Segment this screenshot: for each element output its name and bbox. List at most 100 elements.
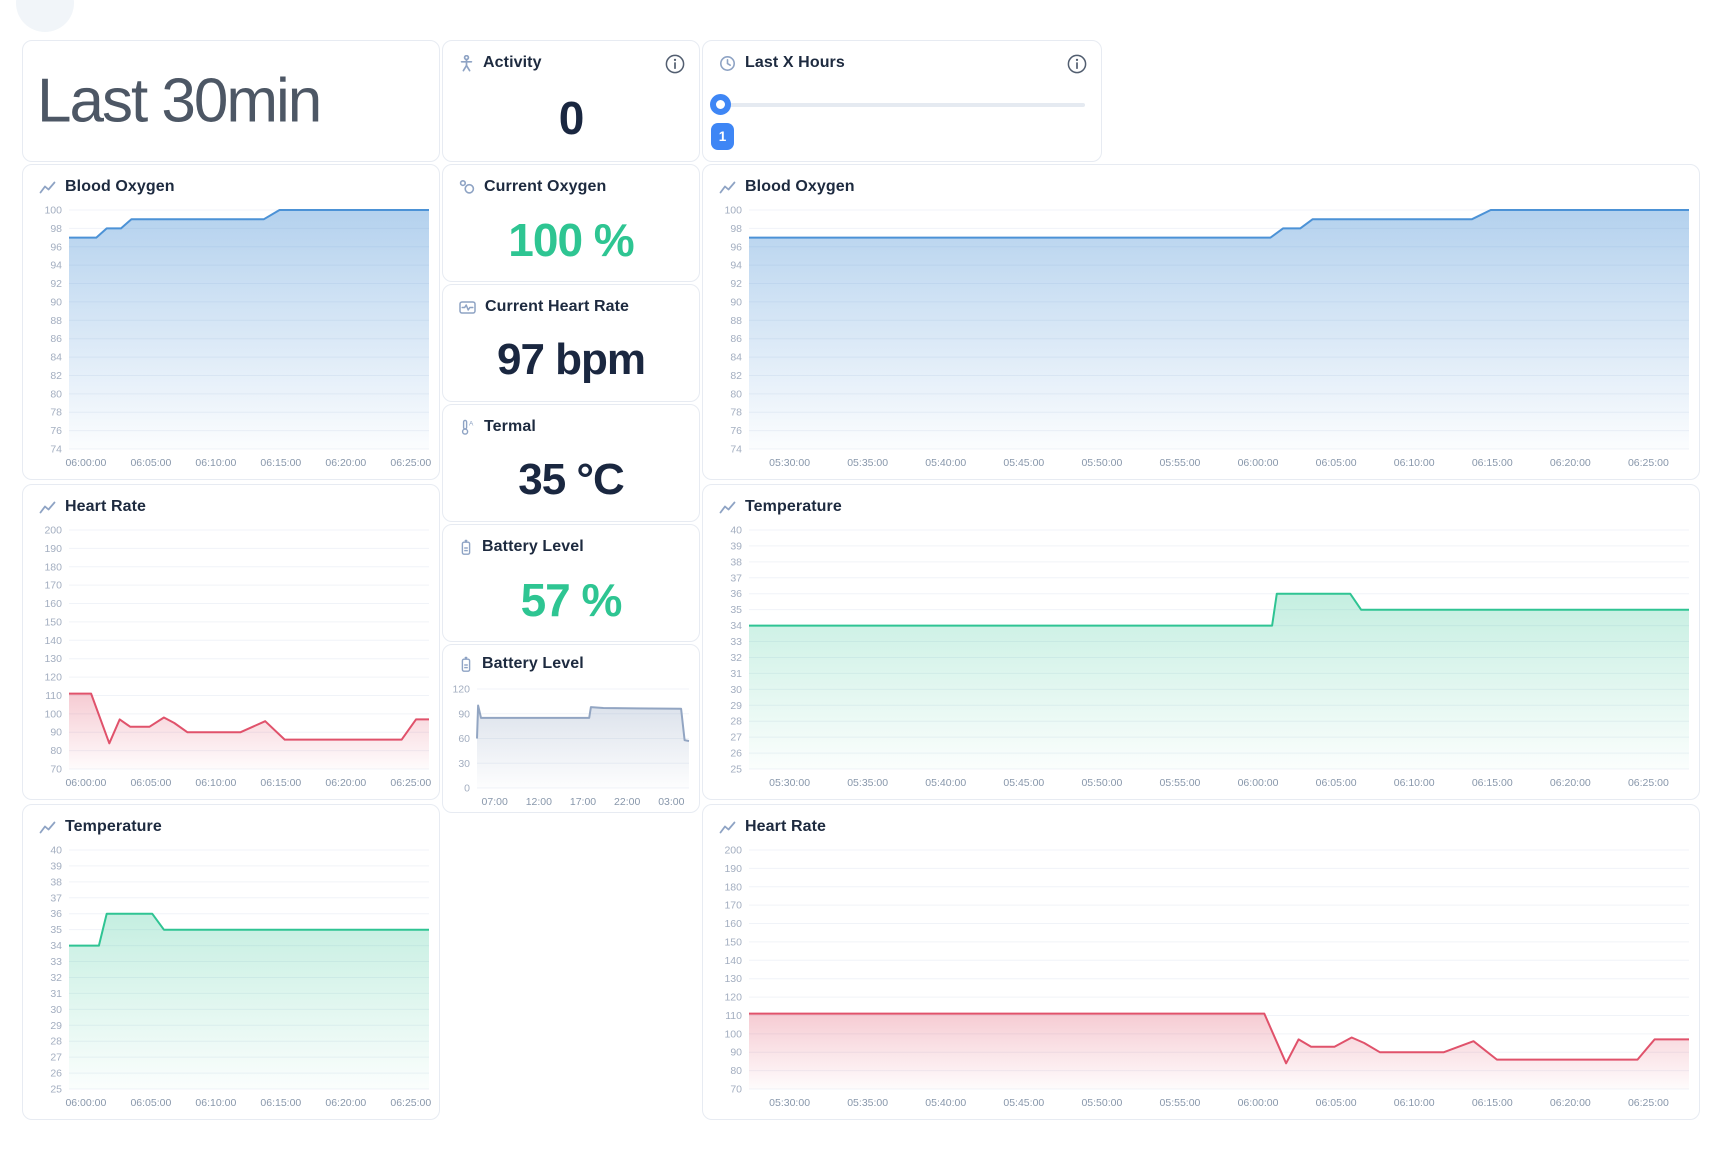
svg-text:34: 34 [730,620,742,632]
svg-text:06:05:00: 06:05:00 [1316,777,1357,789]
hours-slider-value-tooltip: 1 [711,123,734,150]
svg-text:80: 80 [50,388,62,400]
svg-text:06:00:00: 06:00:00 [1238,777,1279,789]
battery-level-value: 57 % [443,565,699,635]
current-oxygen-label: Current Oxygen [484,178,606,196]
heart-rate-chart-card: Heart Rate 70809010011012013014015016017… [22,484,440,800]
svg-text:06:20:00: 06:20:00 [1550,1097,1591,1109]
info-icon[interactable] [664,53,686,75]
svg-text:140: 140 [44,635,62,647]
svg-text:27: 27 [730,732,742,744]
hours-slider-handle[interactable] [710,94,731,115]
svg-text:03:00: 03:00 [658,796,684,808]
svg-text:06:05:00: 06:05:00 [1316,457,1357,469]
svg-text:74: 74 [50,444,62,456]
blood-oxygen-chart[interactable]: 7476788082848688909294969810006:00:0006:… [23,205,437,475]
chart-title: Blood Oxygen [745,178,855,196]
svg-text:32: 32 [50,972,62,984]
svg-text:33: 33 [50,956,62,968]
svg-text:06:00:00: 06:00:00 [65,1097,106,1109]
svg-text:90: 90 [50,727,62,739]
heart-rate-wide-chart[interactable]: 7080901001101201301401501601701801902000… [703,845,1697,1115]
svg-text:17:00: 17:00 [570,796,596,808]
svg-text:29: 29 [730,700,742,712]
svg-text:170: 170 [724,900,742,912]
svg-text:120: 120 [452,684,470,696]
svg-text:180: 180 [44,561,62,573]
svg-text:150: 150 [724,936,742,948]
svg-text:06:25:00: 06:25:00 [390,777,431,789]
svg-text:39: 39 [50,860,62,872]
corner-orb [16,0,74,32]
svg-text:05:55:00: 05:55:00 [1160,777,1201,789]
svg-text:140: 140 [724,955,742,967]
svg-text:05:50:00: 05:50:00 [1081,777,1122,789]
svg-text:25: 25 [50,1084,62,1096]
svg-text:100: 100 [724,205,742,217]
oxygen-molecule-icon [459,179,475,195]
battery-level-chart[interactable]: 030609012007:0012:0017:0022:0003:00 [443,681,695,810]
svg-text:88: 88 [50,315,62,327]
svg-text:31: 31 [50,988,62,1000]
svg-text:06:20:00: 06:20:00 [325,457,366,469]
info-icon[interactable] [1066,53,1088,75]
svg-text:29: 29 [50,1020,62,1032]
svg-text:80: 80 [730,1065,742,1077]
svg-text:70: 70 [730,1084,742,1096]
svg-text:30: 30 [458,758,470,770]
svg-text:94: 94 [50,260,62,272]
svg-text:06:05:00: 06:05:00 [130,457,171,469]
svg-text:06:20:00: 06:20:00 [325,777,366,789]
battery-level-label: Battery Level [482,538,584,556]
svg-text:82: 82 [730,370,742,382]
hours-slider-track[interactable] [719,103,1085,107]
svg-text:06:25:00: 06:25:00 [1628,457,1669,469]
trend-line-icon [719,500,736,515]
svg-text:06:20:00: 06:20:00 [1550,777,1591,789]
svg-text:06:10:00: 06:10:00 [195,457,236,469]
svg-text:37: 37 [730,572,742,584]
chart-title: Temperature [745,498,842,516]
svg-text:05:40:00: 05:40:00 [925,457,966,469]
clock-icon [719,55,736,72]
battery-chart-title: Battery Level [482,655,584,673]
svg-text:06:10:00: 06:10:00 [1394,777,1435,789]
svg-text:92: 92 [730,278,742,290]
thermometer-icon: A [459,419,475,436]
svg-text:94: 94 [730,260,742,272]
temperature-chart[interactable]: 2526272829303132333435363738394006:00:00… [23,845,437,1115]
person-icon [459,55,474,72]
svg-text:06:25:00: 06:25:00 [390,457,431,469]
svg-text:05:35:00: 05:35:00 [847,1097,888,1109]
svg-text:05:45:00: 05:45:00 [1003,1097,1044,1109]
temperature-chart-card: Temperature 2526272829303132333435363738… [22,804,440,1120]
termal-card: A Termal 35 °C [442,404,700,522]
svg-text:92: 92 [50,278,62,290]
svg-text:05:35:00: 05:35:00 [847,777,888,789]
svg-text:05:30:00: 05:30:00 [769,1097,810,1109]
svg-text:84: 84 [50,352,62,364]
svg-text:82: 82 [50,370,62,382]
svg-text:78: 78 [730,407,742,419]
svg-text:80: 80 [50,745,62,757]
svg-text:06:10:00: 06:10:00 [195,1097,236,1109]
svg-text:86: 86 [730,333,742,345]
svg-text:05:50:00: 05:50:00 [1081,457,1122,469]
svg-text:05:55:00: 05:55:00 [1160,1097,1201,1109]
svg-text:40: 40 [730,525,742,537]
blood-oxygen-chart-card: Blood Oxygen 747678808284868890929496981… [22,164,440,480]
battery-level-chart-card: Battery Level 030609012007:0012:0017:002… [442,644,700,813]
svg-text:80: 80 [730,388,742,400]
blood-oxygen-wide-chart[interactable]: 7476788082848688909294969810005:30:0005:… [703,205,1697,475]
svg-text:160: 160 [724,918,742,930]
svg-text:38: 38 [50,876,62,888]
temperature-wide-chart[interactable]: 2526272829303132333435363738394005:30:00… [703,525,1697,795]
heart-rate-box-icon [459,300,476,315]
svg-text:05:30:00: 05:30:00 [769,777,810,789]
svg-text:25: 25 [730,764,742,776]
svg-text:06:15:00: 06:15:00 [260,457,301,469]
svg-text:05:35:00: 05:35:00 [847,457,888,469]
svg-text:05:45:00: 05:45:00 [1003,457,1044,469]
svg-text:78: 78 [50,407,62,419]
heart-rate-chart[interactable]: 7080901001101201301401501601701801902000… [23,525,437,795]
